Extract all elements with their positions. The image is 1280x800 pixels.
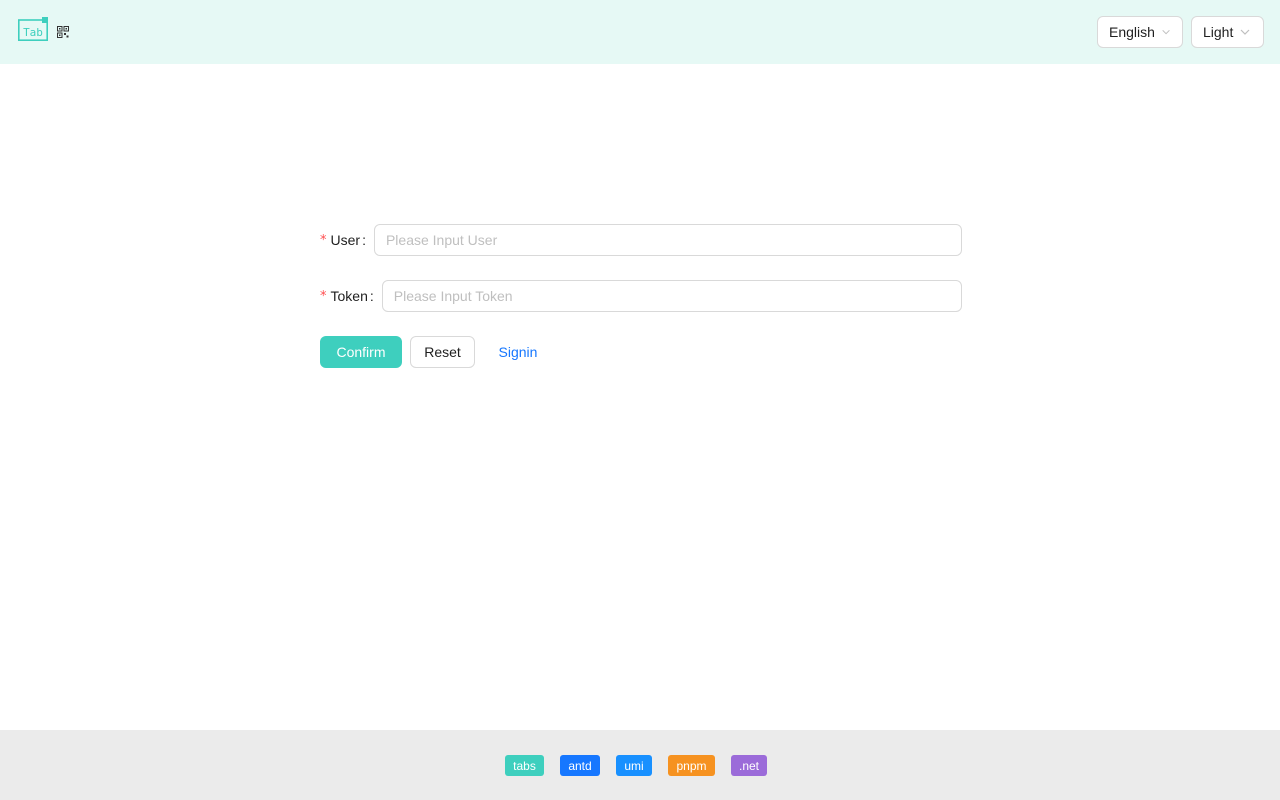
signin-link[interactable]: Signin (483, 336, 553, 368)
logo-text: Tab (23, 26, 43, 39)
required-mark: * (320, 288, 327, 304)
reset-button[interactable]: Reset (410, 336, 475, 368)
label-colon: : (362, 232, 366, 248)
qr-code-icon[interactable] (57, 26, 69, 38)
theme-select[interactable]: Light (1191, 16, 1264, 48)
tag-tabs[interactable]: tabs (505, 755, 544, 776)
header: Tab English Light (0, 0, 1280, 64)
user-form-item: * User : (320, 224, 962, 256)
user-label-text: User (330, 232, 361, 248)
token-label: * Token : (320, 280, 382, 312)
token-form-item: * Token : (320, 280, 962, 312)
token-label-text: Token (330, 288, 368, 304)
confirm-button[interactable]: Confirm (320, 336, 402, 368)
tag-net[interactable]: .net (731, 755, 767, 776)
tag-pnpm[interactable]: pnpm (668, 755, 715, 776)
language-select-value: English (1109, 24, 1155, 40)
required-mark: * (320, 232, 327, 248)
label-colon: : (369, 288, 374, 304)
language-select[interactable]: English (1097, 16, 1183, 48)
token-input[interactable] (381, 280, 962, 312)
tag-antd[interactable]: antd (560, 755, 600, 776)
tab-logo-icon[interactable]: Tab (18, 17, 48, 41)
chevron-down-icon (1240, 29, 1250, 35)
tag-umi[interactable]: umi (616, 755, 652, 776)
theme-select-value: Light (1203, 24, 1234, 40)
user-label: * User : (320, 224, 374, 256)
user-input[interactable] (373, 224, 962, 256)
footer: tabs antd umi pnpm .net (0, 730, 1280, 800)
chevron-down-icon (1162, 29, 1170, 35)
